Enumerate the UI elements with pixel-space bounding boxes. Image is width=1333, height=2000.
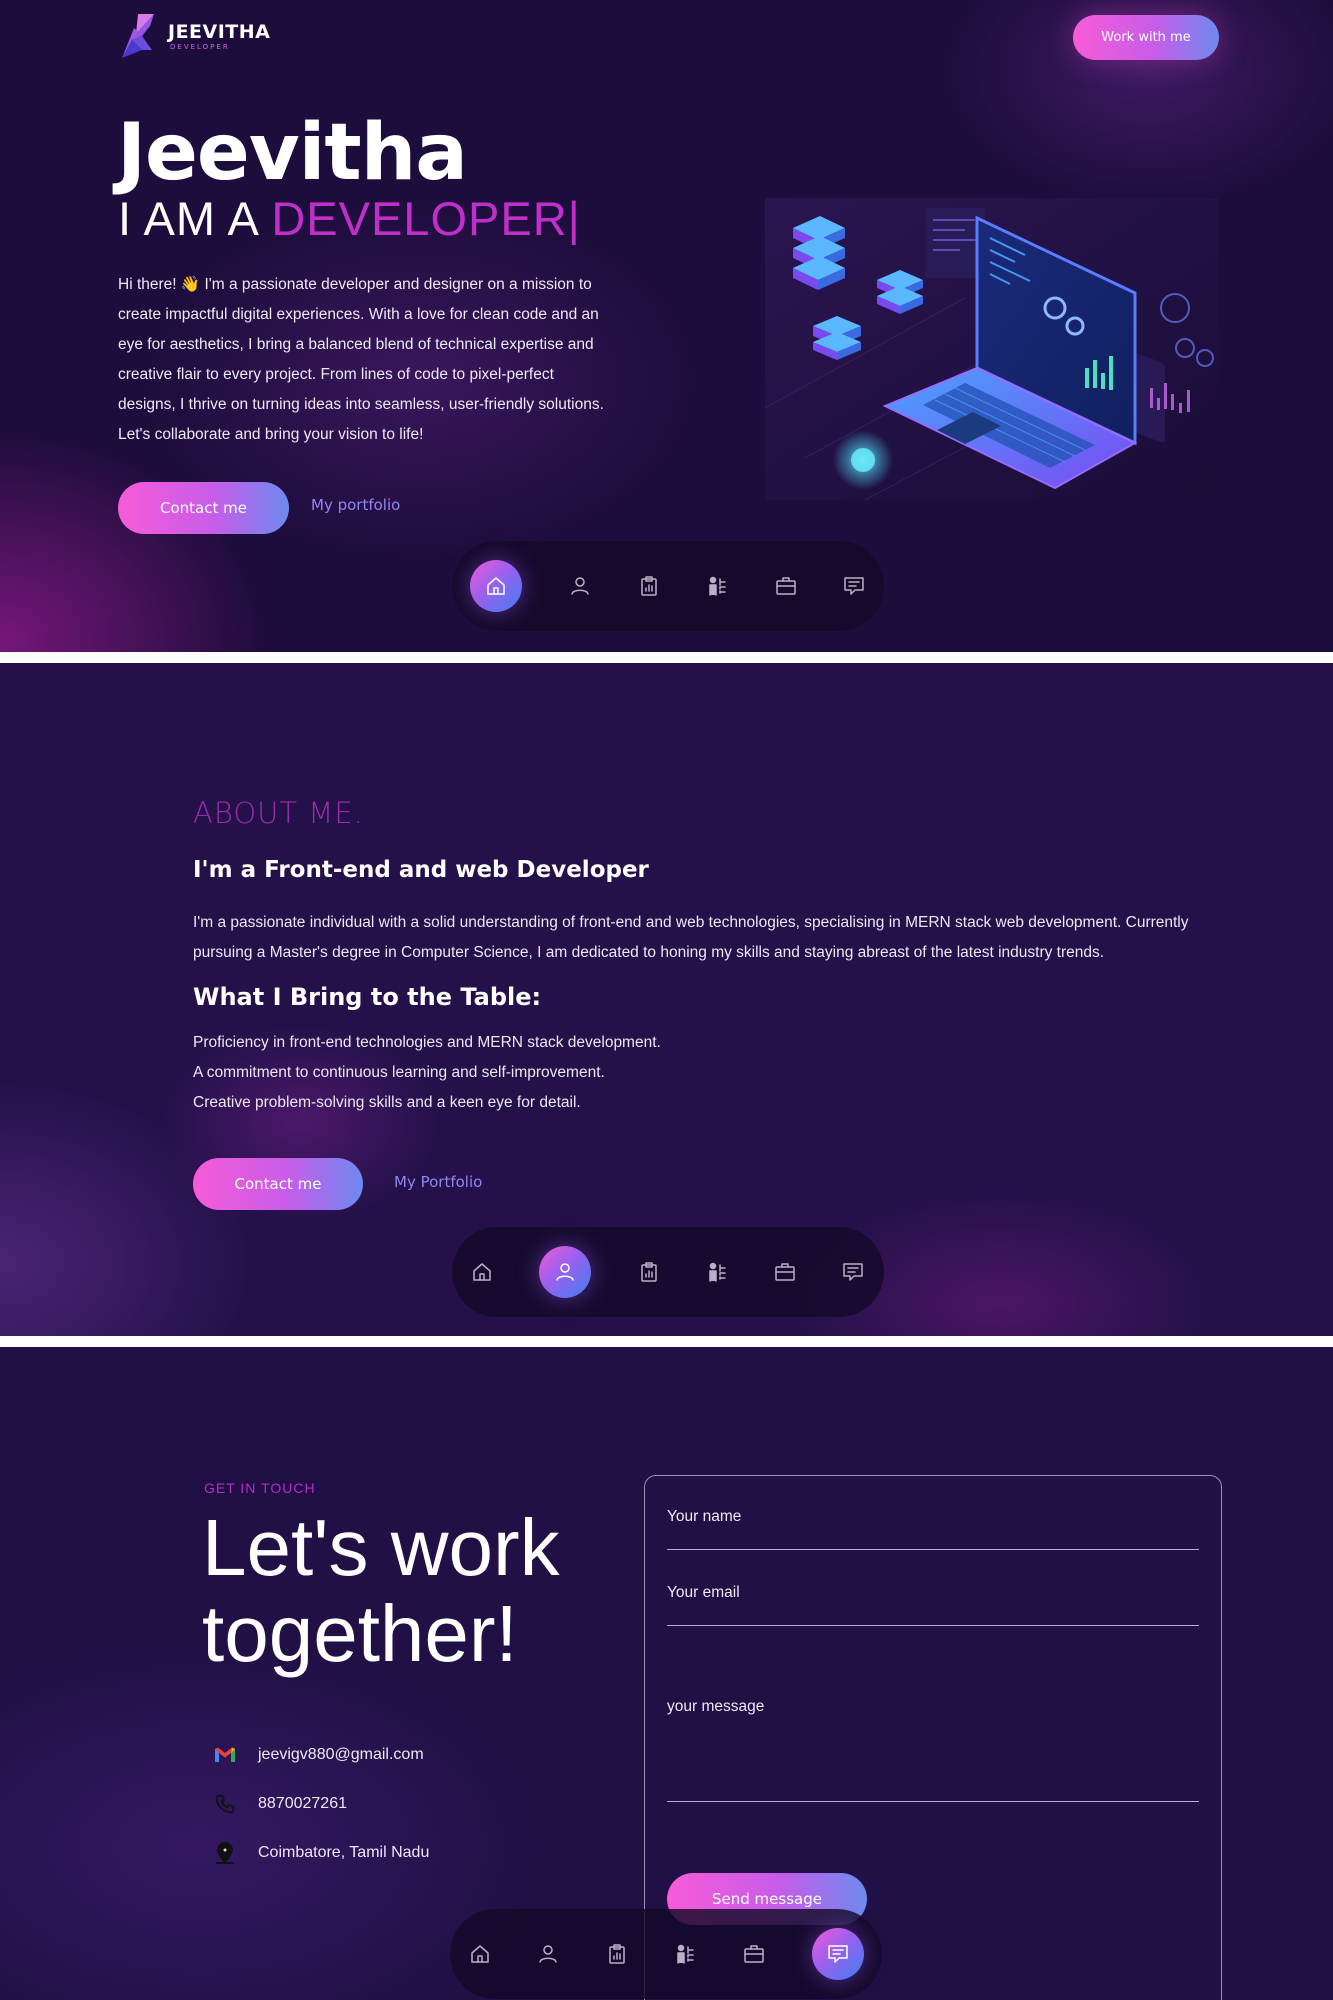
location-row: Coimbatore, Tamil Nadu xyxy=(212,1840,429,1866)
about-label: ABOUT ME. xyxy=(193,796,364,830)
about-portfolio-link[interactable]: My Portfolio xyxy=(394,1173,482,1191)
logo-mark-icon xyxy=(122,14,154,58)
name-input[interactable] xyxy=(667,1508,1199,1526)
message-icon xyxy=(828,1945,848,1963)
contact-title-line2: together! xyxy=(202,1589,518,1678)
nav-dock xyxy=(452,541,884,631)
clipboard-chart-icon xyxy=(641,576,657,596)
site-logo[interactable]: JEEVITHA DEVELOPER xyxy=(120,12,270,60)
contact-title-line1: Let's work xyxy=(202,1503,560,1592)
nav-portfolio-button[interactable] xyxy=(759,1246,811,1298)
briefcase-icon xyxy=(775,1263,795,1281)
nav-dock xyxy=(450,1909,882,1999)
hero-role-prefix: I AM A xyxy=(118,192,272,245)
home-icon xyxy=(471,1945,489,1963)
contact-section: GET IN TOUCH Let's work together! jeevig… xyxy=(0,1347,1333,2000)
contact-me-button[interactable]: Contact me xyxy=(118,482,289,534)
user-icon xyxy=(571,577,589,595)
email-input[interactable] xyxy=(667,1584,1199,1602)
phone-row[interactable]: 8870027261 xyxy=(212,1791,347,1817)
message-icon xyxy=(843,1263,863,1281)
section-divider xyxy=(0,1336,1333,1347)
clipboard-chart-icon xyxy=(641,1262,657,1282)
about-paragraph: I'm a passionate individual with a solid… xyxy=(193,914,1189,961)
clipboard-chart-icon xyxy=(609,1944,625,1964)
gmail-icon xyxy=(212,1742,238,1768)
skills-icon xyxy=(709,1262,726,1282)
briefcase-icon xyxy=(744,1945,764,1963)
contact-title: Let's work together! xyxy=(202,1505,560,1677)
message-input[interactable] xyxy=(667,1698,1199,1770)
hero-section: JEEVITHA DEVELOPER Work with me Jeevitha… xyxy=(0,0,1333,652)
message-field[interactable] xyxy=(667,1698,1199,1802)
about-section: ABOUT ME. I'm a Front-end and web Develo… xyxy=(0,663,1333,1336)
nav-services-button[interactable] xyxy=(623,560,675,612)
nav-portfolio-button[interactable] xyxy=(760,560,812,612)
message-icon xyxy=(844,577,864,595)
logo-name: JEEVITHA xyxy=(168,21,271,43)
nav-about-button[interactable] xyxy=(522,1928,574,1980)
location-pin-icon xyxy=(212,1840,238,1866)
user-icon xyxy=(539,1945,557,1963)
nav-home-button[interactable] xyxy=(454,1928,506,1980)
nav-services-button[interactable] xyxy=(591,1928,643,1980)
name-field[interactable] xyxy=(667,1508,1199,1550)
nav-home-button[interactable] xyxy=(470,560,522,612)
list-item: Creative problem-solving skills and a ke… xyxy=(193,1094,581,1111)
about-contact-me-button[interactable]: Contact me xyxy=(193,1158,363,1210)
briefcase-icon xyxy=(776,577,796,595)
about-heading: I'm a Front-end and web Developer xyxy=(193,857,649,883)
hero-name: Jeevitha xyxy=(117,108,468,198)
list-item: Proficiency in front-end technologies an… xyxy=(193,1034,661,1051)
typing-caret: | xyxy=(567,192,581,245)
user-icon xyxy=(556,1263,574,1281)
nav-about-button[interactable] xyxy=(554,560,606,612)
work-with-me-button[interactable]: Work with me xyxy=(1073,15,1219,60)
nav-portfolio-button[interactable] xyxy=(728,1928,780,1980)
hero-role-accent: DEVELOPER xyxy=(271,192,568,245)
contact-phone: 8870027261 xyxy=(258,1795,347,1812)
email-field[interactable] xyxy=(667,1584,1199,1626)
nav-skills-button[interactable] xyxy=(691,1246,743,1298)
hero-description: Hi there! 👋 I'm a passionate developer a… xyxy=(118,276,604,443)
home-icon xyxy=(473,1263,491,1281)
list-item: A commitment to continuous learning and … xyxy=(193,1064,605,1081)
nav-dock xyxy=(452,1227,884,1317)
my-portfolio-link[interactable]: My portfolio xyxy=(311,496,400,514)
nav-contact-button[interactable] xyxy=(812,1928,864,1980)
logo-subtitle: DEVELOPER xyxy=(170,43,230,51)
nav-about-button[interactable] xyxy=(539,1246,591,1298)
skills-icon xyxy=(709,576,726,596)
nav-skills-button[interactable] xyxy=(691,560,743,612)
hero-role: I AM A DEVELOPER| xyxy=(118,192,581,246)
skills-icon xyxy=(677,1944,694,1964)
about-subheading: What I Bring to the Table: xyxy=(193,983,542,1011)
section-divider xyxy=(0,652,1333,663)
nav-home-button[interactable] xyxy=(456,1246,508,1298)
contact-eyebrow: GET IN TOUCH xyxy=(204,1480,316,1496)
nav-contact-button[interactable] xyxy=(827,1246,879,1298)
phone-icon xyxy=(212,1791,238,1817)
nav-services-button[interactable] xyxy=(623,1246,675,1298)
home-icon xyxy=(487,577,505,595)
about-points: Proficiency in front-end technologies an… xyxy=(193,1028,661,1118)
contact-email: jeevigv880@gmail.com xyxy=(258,1746,424,1763)
nav-skills-button[interactable] xyxy=(659,1928,711,1980)
email-row[interactable]: jeevigv880@gmail.com xyxy=(212,1742,424,1768)
contact-location: Coimbatore, Tamil Nadu xyxy=(258,1844,430,1861)
laptop-illustration xyxy=(765,198,1219,500)
nav-contact-button[interactable] xyxy=(828,560,880,612)
